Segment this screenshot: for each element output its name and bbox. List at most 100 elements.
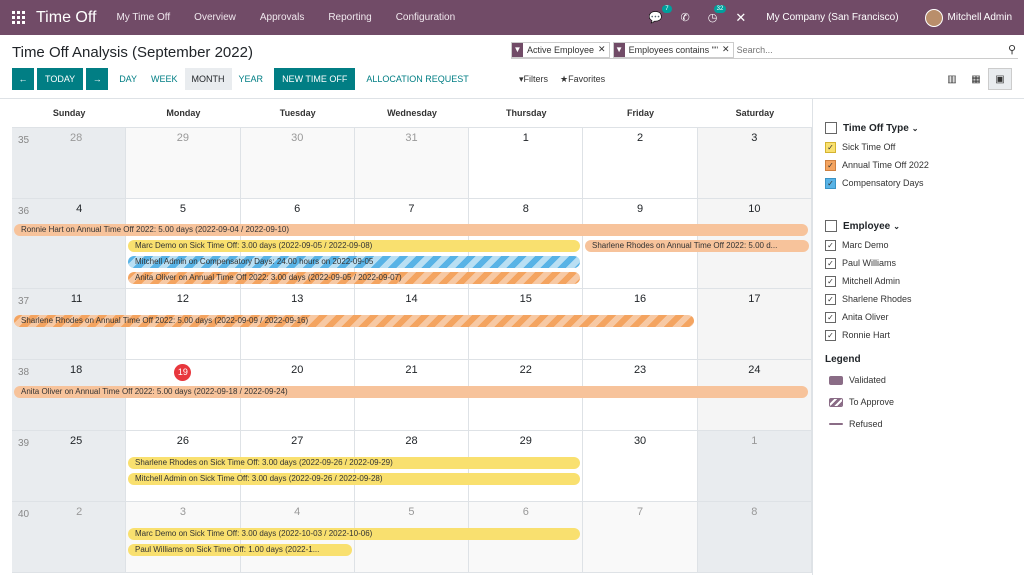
calendar-view-icon[interactable]: ▣ xyxy=(988,68,1012,90)
calendar-day[interactable]: 1 xyxy=(697,431,812,501)
filter-item-employee[interactable]: ✓ Paul Williams xyxy=(825,254,1024,272)
checkbox[interactable]: ✓ xyxy=(825,329,836,341)
week-number: 35 xyxy=(18,135,30,146)
view-switcher: ▥ ▦ ▣ xyxy=(940,68,1012,90)
menu-approvals[interactable]: Approvals xyxy=(260,12,304,23)
favorites-dropdown[interactable]: ★Favorites xyxy=(560,74,605,85)
remove-facet-icon[interactable]: ✕ xyxy=(722,44,733,55)
menu-reporting[interactable]: Reporting xyxy=(328,12,371,23)
filter-item-sick-time-off[interactable]: ✓ Sick Time Off xyxy=(825,138,1024,156)
calendar-week: 35 28 29 30 31 1 2 3 xyxy=(12,128,812,199)
calendar-week: 39 25 26 27 28 29 30 1 Sharlene Rhodes o… xyxy=(12,431,812,502)
time-off-event[interactable]: Mitchell Admin on Sick Time Off: 3.00 da… xyxy=(128,473,580,485)
filter-item-employee[interactable]: ✓ Ronnie Hart xyxy=(825,326,1024,344)
week-number: 38 xyxy=(18,367,30,378)
scale-year-button[interactable]: YEAR xyxy=(232,68,271,90)
checkbox[interactable]: ✓ xyxy=(825,239,836,251)
checkbox[interactable]: ✓ xyxy=(825,141,836,153)
employee-filter-header[interactable]: Employee ⌄ xyxy=(825,220,1024,232)
company-switcher[interactable]: My Company (San Francisco) xyxy=(766,12,898,23)
time-off-event[interactable]: Ronnie Hart on Annual Time Off 2022: 5.0… xyxy=(14,224,808,236)
calendar-day[interactable]: 8 xyxy=(697,502,812,572)
filter-item-employee[interactable]: ✓ Mitchell Admin xyxy=(825,272,1024,290)
time-off-type-filter-header[interactable]: Time Off Type ⌄ xyxy=(825,122,1024,134)
week-number: 39 xyxy=(18,438,30,449)
apps-menu-icon[interactable] xyxy=(0,0,36,35)
checkbox[interactable]: ✓ xyxy=(825,275,836,287)
time-off-event[interactable]: Marc Demo on Sick Time Off: 3.00 days (2… xyxy=(128,528,580,540)
filters-dropdown[interactable]: ▾Filters xyxy=(519,74,548,85)
messages-badge: 7 xyxy=(662,5,672,13)
calendar-day[interactable]: 25 xyxy=(12,431,127,501)
calendar-day[interactable]: 30 xyxy=(583,431,698,501)
filter-item-compensatory-days[interactable]: ✓ Compensatory Days xyxy=(825,174,1024,192)
previous-button[interactable]: ← xyxy=(12,68,34,90)
calendar-day[interactable]: 30 xyxy=(240,128,355,198)
filter-item-annual-time-off[interactable]: ✓ Annual Time Off 2022 xyxy=(825,156,1024,174)
calendar-day[interactable]: 2 xyxy=(583,128,698,198)
checkbox[interactable]: ✓ xyxy=(825,159,836,171)
today-button[interactable]: TODAY xyxy=(37,68,84,90)
filter-item-employee[interactable]: ✓ Marc Demo xyxy=(825,236,1024,254)
checkbox[interactable]: ✓ xyxy=(825,293,836,305)
time-off-event[interactable]: Paul Williams on Sick Time Off: 1.00 day… xyxy=(128,544,352,556)
scale-month-button[interactable]: MONTH xyxy=(184,68,232,90)
checkbox[interactable]: ✓ xyxy=(825,257,836,269)
search-input[interactable] xyxy=(736,44,1008,55)
swatch xyxy=(829,375,843,385)
arrow-left-icon: ← xyxy=(18,74,28,84)
search-facet-employees: ▼ Employees contains "" ✕ xyxy=(612,41,734,58)
filter-item-employee[interactable]: ✓ Sharlene Rhodes xyxy=(825,290,1024,308)
scale-week-button[interactable]: WEEK xyxy=(144,68,185,90)
calendar-day[interactable]: 29 xyxy=(126,128,241,198)
calendar-day[interactable]: 7 xyxy=(583,502,698,572)
calendar-week: 40 2 3 4 5 6 7 8 Marc Demo on Sick Time … xyxy=(12,502,812,573)
scale-day-button[interactable]: DAY xyxy=(112,68,144,90)
time-off-event[interactable]: Anita Oliver on Annual Time Off 2022: 5.… xyxy=(14,386,808,398)
calendar-day[interactable]: 4 xyxy=(12,199,127,288)
filter-item-employee[interactable]: ✓ Anita Oliver xyxy=(825,308,1024,326)
legend-refused: Refused xyxy=(825,413,1024,435)
checkbox[interactable]: ✓ xyxy=(825,177,836,189)
chevron-down-icon: ⌄ xyxy=(893,221,900,231)
weekday-label: Friday xyxy=(627,108,655,118)
time-off-event[interactable]: Anita Oliver on Annual Time Off 2022: 3.… xyxy=(128,272,580,284)
user-avatar[interactable] xyxy=(924,8,943,27)
calendar-day[interactable]: 1 xyxy=(469,128,584,198)
calendar-day[interactable]: 17 xyxy=(697,289,812,359)
messages-icon[interactable]: 💬 7 xyxy=(649,5,672,24)
calendar-day[interactable]: 31 xyxy=(354,128,470,198)
new-time-off-button[interactable]: NEW TIME OFF xyxy=(274,68,356,90)
activities-icon[interactable]: ◷ 32 xyxy=(708,5,727,24)
phone-icon[interactable]: ✆ xyxy=(681,11,690,24)
time-off-event[interactable]: Sharlene Rhodes on Sick Time Off: 3.00 d… xyxy=(128,457,580,469)
user-menu[interactable]: Mitchell Admin xyxy=(948,12,1012,23)
time-off-event[interactable]: Sharlene Rhodes on Annual Time Off 2022:… xyxy=(14,315,694,327)
top-navbar: Time Off My Time Off Overview Approvals … xyxy=(0,0,1024,35)
allocation-request-button[interactable]: ALLOCATION REQUEST xyxy=(359,68,475,90)
calendar-week: 38 18 19 20 21 22 23 24 Anita Oliver on … xyxy=(12,360,812,431)
time-off-event[interactable]: Mitchell Admin on Compensatory Days: 24.… xyxy=(128,256,580,268)
select-all-checkbox[interactable] xyxy=(825,122,837,134)
weekday-label: Sunday xyxy=(52,108,86,118)
tools-icon[interactable]: ✕ xyxy=(735,10,746,26)
calendar-day[interactable]: 2 xyxy=(12,502,127,572)
menu-my-time-off[interactable]: My Time Off xyxy=(116,12,170,23)
graph-view-icon[interactable]: ▥ xyxy=(940,68,964,90)
search-icon[interactable]: ⚲ xyxy=(1008,43,1016,56)
menu-overview[interactable]: Overview xyxy=(194,12,236,23)
app-name[interactable]: Time Off xyxy=(36,9,96,27)
time-off-event[interactable]: Sharlene Rhodes on Annual Time Off 2022:… xyxy=(585,240,809,252)
time-off-event[interactable]: Marc Demo on Sick Time Off: 3.00 days (2… xyxy=(128,240,580,252)
swatch xyxy=(829,397,843,407)
remove-facet-icon[interactable]: ✕ xyxy=(598,44,609,55)
month-calendar: Sunday Monday Tuesday Wednesday Thursday… xyxy=(12,99,812,575)
menu-configuration[interactable]: Configuration xyxy=(396,12,455,23)
checkbox[interactable]: ✓ xyxy=(825,311,836,323)
calendar-day[interactable]: 3 xyxy=(697,128,812,198)
pivot-view-icon[interactable]: ▦ xyxy=(964,68,988,90)
next-button[interactable]: → xyxy=(86,68,109,90)
calendar-day[interactable]: 28 xyxy=(12,128,127,198)
select-all-checkbox[interactable] xyxy=(825,220,837,232)
chevron-down-icon: ⌄ xyxy=(911,123,919,133)
